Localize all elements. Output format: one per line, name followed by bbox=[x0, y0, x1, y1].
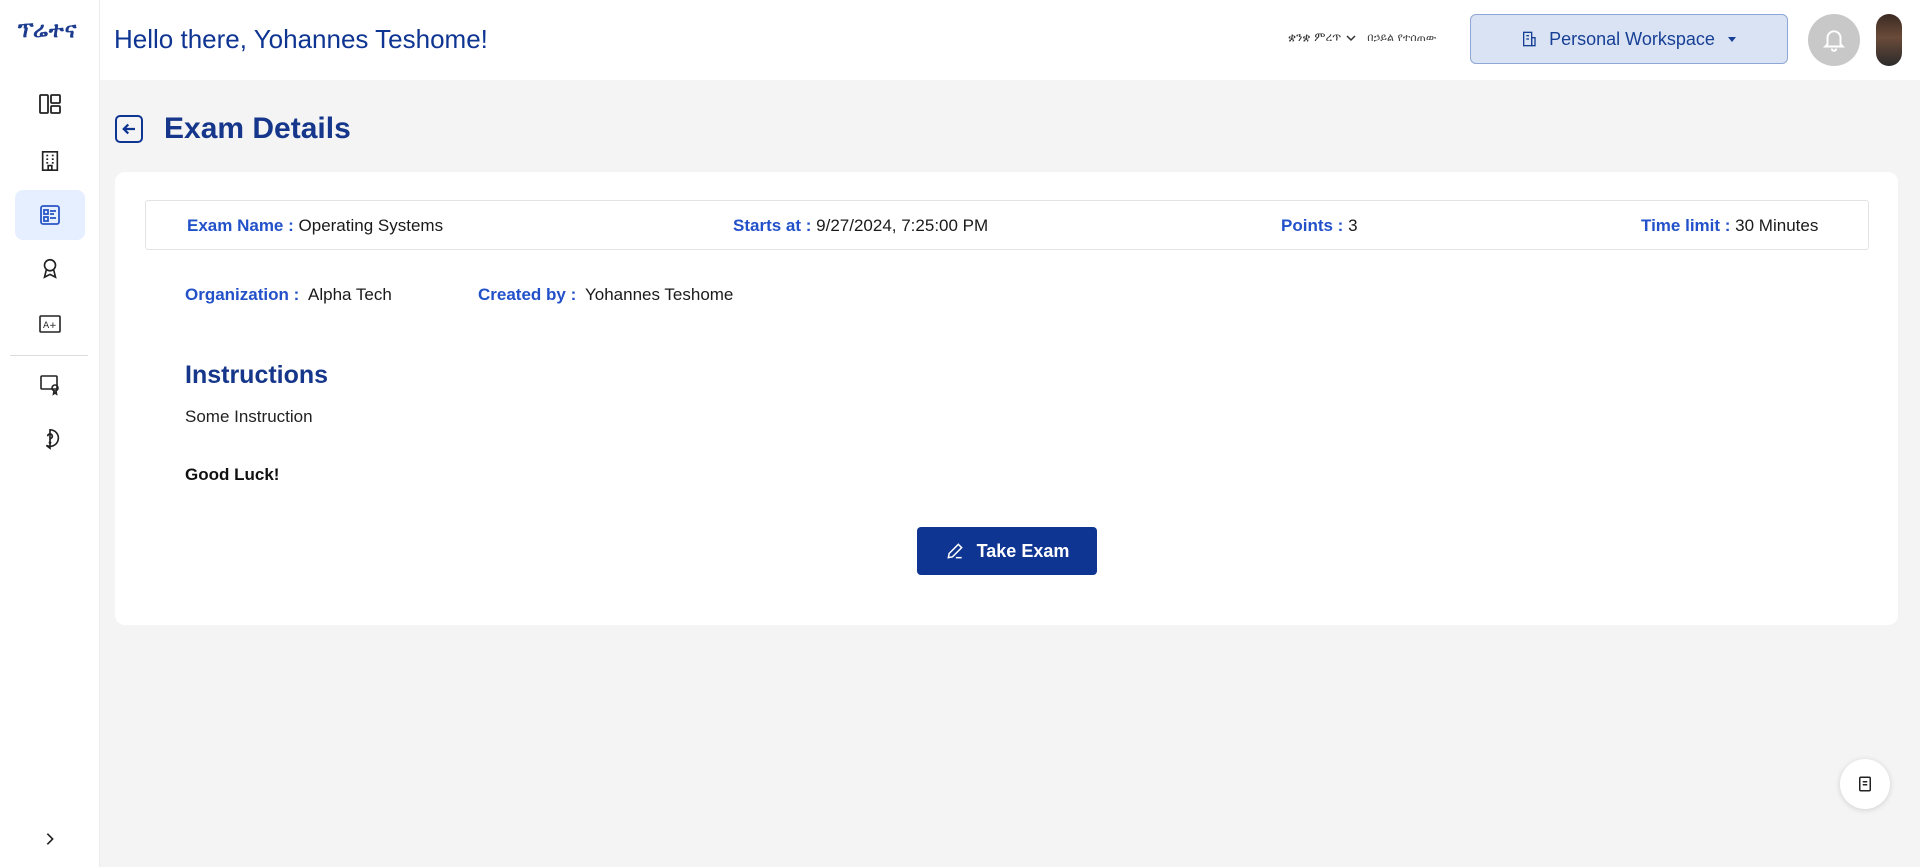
certificate-icon bbox=[40, 375, 59, 396]
exam-points-label: Points : bbox=[1281, 216, 1344, 235]
pencil-icon bbox=[947, 543, 963, 559]
sidebar-item-exams[interactable] bbox=[15, 190, 85, 240]
dashboard-icon bbox=[39, 94, 61, 114]
sidebar-item-certificates[interactable] bbox=[15, 359, 85, 409]
award-icon bbox=[43, 258, 57, 279]
workspace-label: Personal Workspace bbox=[1549, 28, 1715, 49]
sidebar-divider bbox=[10, 355, 88, 356]
exam-name-label: Exam Name : bbox=[187, 216, 294, 235]
exam-name: Exam Name : Operating Systems bbox=[187, 216, 443, 236]
language-label: ቋንቋ ምረጥ bbox=[1288, 30, 1342, 44]
back-button[interactable] bbox=[115, 115, 143, 143]
exam-name-value: Operating Systems bbox=[298, 216, 444, 235]
sidebar-item-organizations[interactable] bbox=[15, 136, 85, 186]
grades-icon: A+ bbox=[39, 315, 61, 333]
instructions-heading: Instructions bbox=[185, 361, 329, 389]
good-luck-text: Good Luck! bbox=[185, 465, 280, 484]
exam-details-card: Exam Name : Operating Systems Starts at … bbox=[115, 172, 1898, 625]
building-icon bbox=[41, 151, 59, 171]
exam-list-icon bbox=[40, 205, 60, 225]
document-icon bbox=[1859, 776, 1871, 792]
exam-points: Points : 3 bbox=[1281, 216, 1358, 236]
exam-organization: Organization : Alpha Tech bbox=[185, 285, 392, 305]
svg-text:A+: A+ bbox=[43, 321, 57, 331]
language-powered-by: በኃይል የተሰጠው bbox=[1367, 30, 1437, 44]
arrow-left-icon bbox=[122, 123, 135, 135]
greeting: Hello there, Yohannes Teshome! bbox=[114, 24, 488, 54]
sidebar-item-help[interactable] bbox=[15, 414, 85, 464]
organization-label: Organization : bbox=[185, 285, 300, 304]
app-logo[interactable]: ፕሬተና bbox=[18, 14, 82, 46]
exam-created-by: Created by : Yohannes Teshome bbox=[478, 285, 733, 305]
exam-points-value: 3 bbox=[1348, 216, 1358, 235]
exam-summary-bar: Exam Name : Operating Systems Starts at … bbox=[145, 200, 1869, 250]
building-icon bbox=[1523, 31, 1536, 47]
created-by-value: Yohannes Teshome bbox=[584, 285, 734, 304]
top-header: Hello there, Yohannes Teshome! ቋንቋ ምረጥ በ… bbox=[100, 0, 1920, 80]
sidebar-item-achievements[interactable] bbox=[15, 243, 85, 293]
created-by-label: Created by : bbox=[478, 285, 577, 304]
sidebar-item-dashboard[interactable] bbox=[15, 79, 85, 129]
floating-notes-button[interactable] bbox=[1840, 759, 1890, 809]
organization-value: Alpha Tech bbox=[308, 285, 392, 304]
take-exam-button[interactable]: Take Exam bbox=[917, 527, 1097, 575]
notifications-button[interactable] bbox=[1808, 14, 1860, 66]
help-icon bbox=[45, 429, 60, 450]
language-selector[interactable]: ቋንቋ ምረጥ በኃይል የተሰጠው bbox=[1288, 30, 1436, 45]
instructions-text: Some Instruction bbox=[185, 407, 313, 426]
page-title: Exam Details bbox=[164, 112, 351, 145]
sidebar-expand-button[interactable] bbox=[35, 824, 65, 854]
exam-start: Starts at : 9/27/2024, 7:25:00 PM bbox=[733, 216, 988, 236]
sidebar: ፕሬተና A+ bbox=[0, 0, 100, 867]
chevron-right-icon bbox=[46, 833, 54, 845]
exam-time-label: Time limit : bbox=[1641, 216, 1731, 235]
exam-start-label: Starts at : bbox=[733, 216, 812, 235]
exam-start-value: 9/27/2024, 7:25:00 PM bbox=[816, 216, 989, 235]
user-avatar[interactable] bbox=[1876, 14, 1902, 66]
bell-icon bbox=[1822, 30, 1846, 52]
workspace-dropdown[interactable]: Personal Workspace bbox=[1470, 14, 1788, 64]
exam-time-value: 30 Minutes bbox=[1735, 216, 1819, 235]
chevron-down-icon bbox=[1346, 34, 1356, 41]
exam-time-limit: Time limit : 30 Minutes bbox=[1641, 216, 1818, 236]
sidebar-item-grades[interactable]: A+ bbox=[15, 299, 85, 349]
take-exam-label: Take Exam bbox=[976, 540, 1070, 561]
caret-down-icon bbox=[1727, 37, 1736, 42]
